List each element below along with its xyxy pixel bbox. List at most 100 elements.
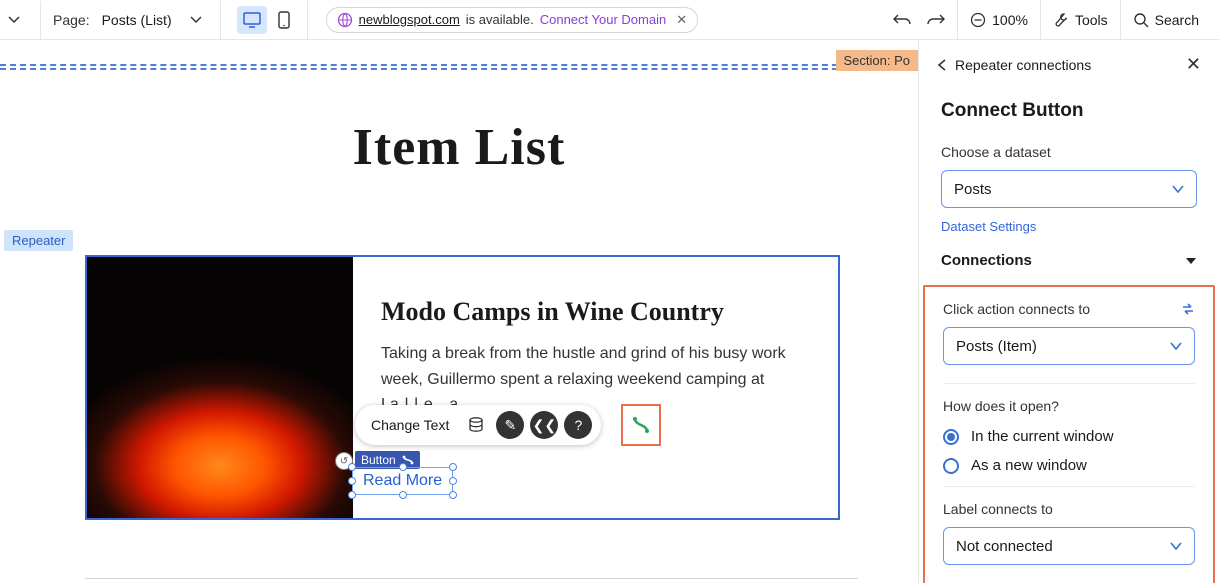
resize-handle[interactable] bbox=[449, 463, 457, 471]
page-heading[interactable]: Item List bbox=[0, 118, 918, 177]
zoom-group[interactable]: 100% bbox=[957, 0, 1040, 40]
post-title[interactable]: Modo Camps in Wine Country bbox=[381, 297, 810, 327]
open-current-radio[interactable]: In the current window bbox=[943, 428, 1195, 445]
post-body: Modo Camps in Wine Country Taking a brea… bbox=[353, 257, 838, 518]
desktop-icon bbox=[243, 12, 261, 28]
resize-handle[interactable] bbox=[348, 477, 356, 485]
wrench-icon bbox=[1053, 12, 1069, 28]
globe-icon bbox=[337, 12, 353, 28]
mobile-icon bbox=[278, 11, 290, 29]
click-action-select[interactable]: Posts (Item) bbox=[943, 327, 1195, 365]
open-new-radio[interactable]: As a new window bbox=[943, 457, 1195, 474]
repeater-label[interactable]: Repeater bbox=[4, 230, 73, 251]
panel-body: Connect Button Choose a dataset Posts Da… bbox=[919, 90, 1219, 583]
desktop-view-button[interactable] bbox=[237, 6, 267, 34]
panel-breadcrumb[interactable]: Repeater connections bbox=[955, 57, 1091, 73]
open-new-label: As a new window bbox=[971, 457, 1087, 474]
resize-handle[interactable] bbox=[348, 463, 356, 471]
chevron-down-icon bbox=[8, 14, 20, 26]
change-text-button[interactable]: Change Text bbox=[361, 417, 459, 433]
chevron-down-icon bbox=[1172, 184, 1184, 194]
database-icon bbox=[462, 411, 490, 439]
undo-icon bbox=[893, 13, 911, 27]
main-area: Section: Po Item List Repeater Modo Camp… bbox=[0, 40, 1219, 583]
resize-handle[interactable] bbox=[449, 477, 457, 485]
click-action-value: Posts (Item) bbox=[956, 338, 1037, 355]
page-label: Page: bbox=[49, 12, 90, 28]
domain-available-text: is available. bbox=[466, 12, 534, 27]
how-open-label: How does it open? bbox=[943, 398, 1195, 414]
open-current-label: In the current window bbox=[971, 428, 1114, 445]
tools-label: Tools bbox=[1075, 12, 1108, 28]
divider bbox=[943, 486, 1195, 487]
panel-back-button[interactable] bbox=[937, 59, 955, 71]
section-badge[interactable]: Section: Po bbox=[836, 50, 919, 71]
dataset-value: Posts bbox=[954, 181, 992, 198]
animation-icon-button[interactable]: ❮❮ bbox=[527, 408, 561, 442]
connections-heading-text: Connections bbox=[941, 252, 1032, 269]
domain-pill[interactable]: newblogspot.com is available. Connect Yo… bbox=[326, 7, 699, 33]
dataset-select[interactable]: Posts bbox=[941, 170, 1197, 208]
dataset-settings-link[interactable]: Dataset Settings bbox=[941, 219, 1036, 234]
swap-icon[interactable] bbox=[1181, 302, 1195, 316]
zoom-out-icon bbox=[970, 12, 986, 28]
device-toggle-group bbox=[229, 6, 299, 34]
editor-canvas[interactable]: Section: Po Item List Repeater Modo Camp… bbox=[0, 40, 918, 583]
resize-handle[interactable] bbox=[348, 491, 356, 499]
selected-button-element[interactable]: Read More bbox=[352, 467, 453, 495]
toolbar-back-chevron[interactable] bbox=[8, 14, 32, 26]
search-button[interactable]: Search bbox=[1120, 0, 1211, 40]
separator bbox=[40, 1, 41, 39]
help-icon-button[interactable]: ? bbox=[561, 408, 595, 442]
connect-data-icon bbox=[631, 415, 651, 435]
caret-down-icon bbox=[1185, 256, 1197, 266]
chevron-down-icon bbox=[1170, 541, 1182, 551]
chevron-down-icon bbox=[1170, 341, 1182, 351]
search-icon bbox=[1133, 12, 1149, 28]
post-image[interactable] bbox=[87, 257, 353, 518]
edit-icon-button[interactable]: ✎ bbox=[493, 408, 527, 442]
label-connects-select[interactable]: Not connected bbox=[943, 527, 1195, 565]
tools-button[interactable]: Tools bbox=[1040, 0, 1120, 40]
separator bbox=[220, 1, 221, 39]
radio-checked-icon bbox=[943, 429, 959, 445]
panel-close-button[interactable]: ✕ bbox=[1186, 54, 1201, 75]
domain-pill-close[interactable]: ✕ bbox=[672, 12, 687, 28]
radio-unchecked-icon bbox=[943, 458, 959, 474]
page-value[interactable]: Posts (List) bbox=[98, 12, 172, 28]
help-icon: ? bbox=[564, 411, 592, 439]
click-action-label-text: Click action connects to bbox=[943, 301, 1090, 317]
connections-heading[interactable]: Connections bbox=[941, 252, 1197, 269]
top-toolbar: Page: Posts (List) newblogspot.com is av… bbox=[0, 0, 1219, 40]
redo-icon bbox=[927, 13, 945, 27]
zoom-value: 100% bbox=[992, 12, 1028, 28]
resize-handle[interactable] bbox=[399, 491, 407, 499]
resize-handle[interactable] bbox=[449, 491, 457, 499]
panel-header: Repeater connections ✕ bbox=[919, 40, 1219, 90]
page-dropdown-chevron[interactable] bbox=[180, 14, 212, 26]
chevron-down-icon bbox=[190, 14, 202, 26]
redo-button[interactable] bbox=[927, 13, 945, 27]
domain-name: newblogspot.com bbox=[359, 12, 460, 27]
section-boundary bbox=[0, 64, 878, 70]
right-panel: Repeater connections ✕ Connect Button Ch… bbox=[918, 40, 1219, 583]
element-action-bar: Change Text ✎ ❮❮ ? bbox=[355, 405, 601, 445]
animation-icon: ❮❮ bbox=[530, 411, 558, 439]
element-type-label: Button bbox=[361, 453, 396, 467]
divider bbox=[943, 383, 1195, 384]
connect-domain-link[interactable]: Connect Your Domain bbox=[540, 12, 666, 27]
mobile-view-button[interactable] bbox=[269, 6, 299, 34]
click-action-label: Click action connects to bbox=[943, 301, 1195, 317]
pencil-icon: ✎ bbox=[496, 411, 524, 439]
resize-handle[interactable] bbox=[399, 463, 407, 471]
undo-button[interactable] bbox=[893, 13, 911, 27]
data-icon-button[interactable] bbox=[459, 408, 493, 442]
highlighted-connections-box: Click action connects to Posts (Item) Ho… bbox=[923, 285, 1215, 583]
label-connects-value: Not connected bbox=[956, 538, 1053, 555]
panel-title: Connect Button bbox=[941, 100, 1197, 122]
section-divider bbox=[85, 578, 858, 579]
search-label: Search bbox=[1155, 12, 1199, 28]
undo-redo-group bbox=[881, 0, 957, 40]
connect-to-data-button[interactable] bbox=[621, 404, 661, 446]
repeater-item[interactable]: Modo Camps in Wine Country Taking a brea… bbox=[85, 255, 840, 520]
